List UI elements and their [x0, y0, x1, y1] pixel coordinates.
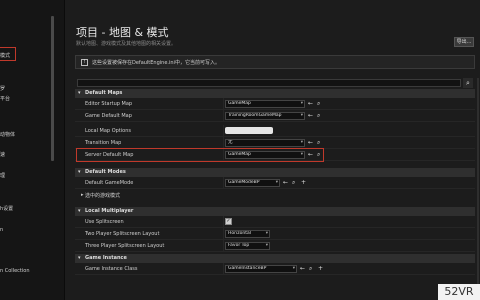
browse-search-icon[interactable]: ⌕ [292, 179, 295, 187]
divider [223, 263, 224, 275]
game-instance-class-select[interactable]: GameInstanceBP [225, 265, 297, 273]
settings-sidebar: 模式 罗 平台 动物体 速 理 h设置 n n Collection [0, 0, 65, 300]
divider [223, 177, 224, 189]
sidebar-item[interactable]: 动物体 [0, 131, 15, 138]
section-default-maps[interactable]: Default Maps [75, 89, 475, 98]
notice-text: 这些设置被保存在DefaultEngine.ini中，它当前可写入。 [92, 60, 220, 66]
row-label: Game Default Map [85, 113, 132, 119]
game-default-map-select[interactable]: TrainingRoomGameMap [225, 112, 305, 120]
row-selected-gamemode[interactable]: ▸ 选中的游戏模式 [75, 189, 475, 201]
transition-map-select[interactable]: 无 [225, 139, 305, 147]
browse-search-icon[interactable]: ⌕ [317, 100, 320, 108]
add-icon[interactable]: + [301, 179, 306, 187]
use-splitscreen-checkbox[interactable]: ✓ [225, 218, 232, 225]
sidebar-item[interactable]: n [0, 227, 3, 233]
sidebar-item[interactable]: 速 [0, 151, 5, 158]
warning-icon: ! [81, 59, 88, 66]
row-default-gamemode: Default GameMode GameModeBP ← ⌕ + [75, 177, 475, 189]
row-label: Local Map Options [85, 128, 131, 134]
section-local-multiplayer[interactable]: Local Multiplayer [75, 207, 475, 216]
browse-search-icon[interactable]: ⌕ [309, 265, 312, 273]
row-game-default-map: Game Default Map TrainingRoomGameMap ← ⌕ [75, 110, 475, 122]
row-label: Game Instance Class [85, 266, 138, 272]
row-game-instance-class: Game Instance Class GameInstanceBP ← ⌕ + [75, 263, 475, 275]
use-selected-arrow-icon[interactable]: ← [308, 112, 313, 120]
page-subtitle: 默认地图、游戏模式及其他地图的相关设置。 [76, 41, 177, 47]
sidebar-item[interactable]: 理 [0, 172, 5, 179]
add-icon[interactable]: + [318, 265, 323, 273]
config-notice: ! 这些设置被保存在DefaultEngine.ini中，它当前可写入。 [75, 55, 475, 69]
row-label: Transition Map [85, 140, 122, 146]
divider [223, 125, 224, 137]
two-player-layout-select[interactable]: Horizontal [225, 230, 270, 238]
row-label: Default GameMode [85, 180, 134, 186]
row-label: 选中的游戏模式 [85, 193, 121, 199]
row-use-splitscreen: Use Splitscreen ✓ [75, 216, 475, 228]
search-input[interactable] [77, 79, 461, 87]
export-button[interactable]: 导出... [454, 37, 474, 47]
three-player-layout-select[interactable]: Favor Top [225, 242, 270, 250]
divider [223, 228, 224, 240]
divider [223, 98, 224, 110]
page-title: 项目 - 地图 & 模式 [76, 26, 169, 39]
server-default-map-highlight [76, 148, 324, 162]
use-selected-arrow-icon[interactable]: ← [300, 265, 305, 273]
sidebar-item[interactable]: 平台 [0, 95, 10, 102]
row-label: Three Player Splitscreen Layout [85, 243, 165, 249]
selected-gamemode-expander[interactable]: ▸ [81, 192, 84, 198]
row-two-player-layout: Two Player Splitscreen Layout Horizontal [75, 228, 475, 240]
row-three-player-layout: Three Player Splitscreen Layout Favor To… [75, 240, 475, 252]
local-map-options-field[interactable] [225, 127, 273, 134]
sidebar-scrollbar[interactable] [51, 16, 54, 161]
row-label: Editor Startup Map [85, 101, 133, 107]
section-game-instance[interactable]: Game Instance [75, 254, 475, 263]
row-label: Use Splitscreen [85, 219, 124, 225]
row-editor-startup-map: Editor Startup Map GameMap ← ⌕ [75, 98, 475, 110]
default-gamemode-select[interactable]: GameModeBP [225, 179, 280, 187]
row-local-map-options: Local Map Options [75, 125, 475, 137]
panel-scrollbar[interactable] [477, 78, 479, 298]
divider [223, 240, 224, 252]
use-selected-arrow-icon[interactable]: ← [308, 139, 313, 147]
section-default-modes[interactable]: Default Modes [75, 168, 475, 177]
divider [223, 216, 224, 228]
search-icon[interactable]: ⌕ [463, 78, 473, 88]
use-selected-arrow-icon[interactable]: ← [283, 179, 288, 187]
sidebar-item[interactable]: h设置 [0, 205, 13, 212]
watermark-logo: 52VR [438, 284, 480, 300]
settings-panel: 项目 - 地图 & 模式 默认地图、游戏模式及其他地图的相关设置。 导出... … [65, 0, 480, 300]
browse-search-icon[interactable]: ⌕ [317, 112, 320, 120]
divider [223, 110, 224, 122]
row-label: Two Player Splitscreen Layout [85, 231, 160, 237]
sidebar-item-maps-modes[interactable]: 模式 [0, 52, 10, 59]
sidebar-item[interactable]: n Collection [0, 268, 30, 274]
editor-startup-map-select[interactable]: GameMap [225, 100, 305, 108]
browse-search-icon[interactable]: ⌕ [317, 139, 320, 147]
sidebar-item[interactable]: 罗 [0, 85, 5, 92]
use-selected-arrow-icon[interactable]: ← [308, 100, 313, 108]
